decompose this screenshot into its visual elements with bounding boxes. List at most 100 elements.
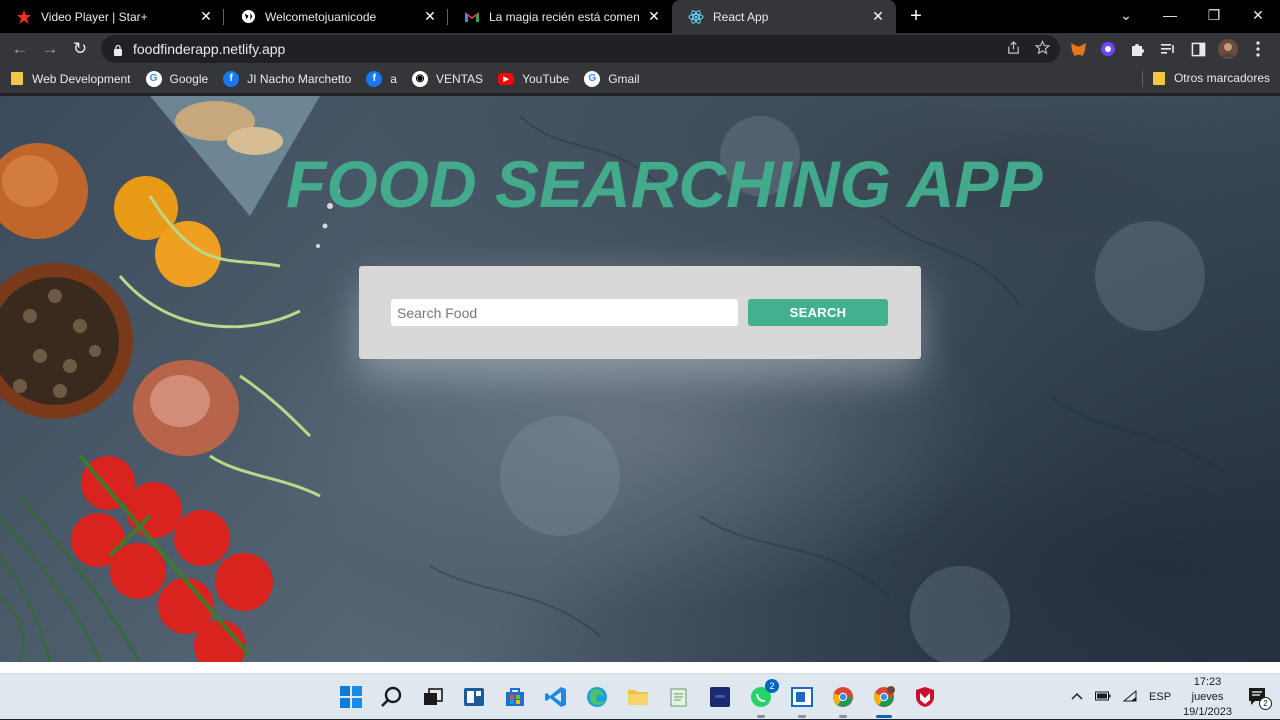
start-button[interactable]	[335, 681, 367, 713]
microsoft-store-button[interactable]	[499, 681, 531, 713]
edge-icon	[587, 687, 607, 707]
minimize-button[interactable]: —	[1148, 0, 1192, 30]
chevron-up-icon[interactable]	[1071, 691, 1083, 703]
vscode-button[interactable]	[540, 681, 572, 713]
react-icon	[688, 9, 704, 25]
language-indicator[interactable]: ESP	[1149, 691, 1171, 703]
share-icon[interactable]	[1006, 40, 1021, 58]
chrome-icon	[874, 686, 895, 707]
mcafee-button[interactable]	[909, 681, 941, 713]
running-indicator	[839, 715, 847, 718]
bookmark-nacho-marchetto[interactable]: f JI Nacho Marchetto	[223, 70, 352, 87]
window-app-button[interactable]	[786, 681, 818, 718]
bookmark-web-development[interactable]: Web Development	[11, 72, 131, 86]
app-icon	[710, 687, 730, 707]
tab-video-player[interactable]: Video Player | Star+ ✕	[0, 0, 224, 33]
star-plus-icon	[16, 9, 32, 25]
window-icon	[791, 687, 813, 707]
bookmark-label: Gmail	[608, 71, 640, 86]
clock-day: jueves	[1191, 690, 1224, 703]
bookmark-gmail[interactable]: G Gmail	[584, 70, 640, 87]
widgets-icon	[464, 688, 484, 706]
bookmark-google[interactable]: G Google	[145, 70, 209, 87]
bookmarks-bar: Web Development G Google f JI Nacho Marc…	[0, 65, 1280, 93]
app-dark-button[interactable]	[704, 681, 736, 713]
extension-purple-icon[interactable]	[1098, 39, 1118, 59]
chrome-profile-button[interactable]	[868, 681, 900, 718]
tab-welcometojuanicode[interactable]: Welcometojuanicode ✕	[224, 0, 448, 33]
media-playlist-icon[interactable]	[1158, 39, 1178, 59]
wifi-icon[interactable]	[1122, 689, 1137, 705]
notification-count: 2	[1259, 697, 1272, 710]
windows-taskbar: 2 ESP 17:23 jueves 19/1/2023 2	[0, 673, 1280, 719]
other-bookmarks-label: Otros marcadores	[1173, 71, 1270, 85]
extensions-puzzle-icon[interactable]	[1128, 39, 1148, 59]
forward-button[interactable]: →	[35, 34, 65, 64]
notepad-button[interactable]	[663, 681, 695, 713]
mcafee-shield-icon	[916, 687, 934, 707]
tab-search-button[interactable]: ⌄	[1104, 0, 1148, 30]
search-icon	[381, 686, 402, 707]
profile-avatar[interactable]	[1218, 39, 1238, 59]
bookmark-label: VENTAS	[435, 71, 484, 86]
globe-icon: ◉	[411, 70, 428, 87]
task-view-icon	[424, 688, 443, 705]
youtube-icon: ▶	[498, 72, 515, 85]
edge-button[interactable]	[581, 681, 613, 713]
tab-gmail[interactable]: La magia recién está comenzando ✕	[448, 0, 672, 33]
menu-kebab-icon[interactable]	[1248, 39, 1268, 59]
tab-react-app[interactable]: React App ✕	[672, 0, 896, 33]
close-tab-icon[interactable]: ✕	[422, 8, 438, 25]
bookmark-youtube[interactable]: ▶ YouTube	[498, 72, 569, 86]
back-button[interactable]: ←	[5, 34, 35, 64]
search-button[interactable]	[376, 681, 408, 713]
store-icon	[506, 688, 524, 706]
notification-center-button[interactable]: 2	[1248, 686, 1272, 710]
file-explorer-button[interactable]	[622, 681, 654, 713]
close-window-button[interactable]: ✕	[1236, 0, 1280, 30]
google-icon: G	[145, 70, 162, 87]
new-tab-button[interactable]: +	[896, 0, 936, 33]
widgets-button[interactable]	[458, 681, 490, 713]
bookmark-label: JI Nacho Marchetto	[247, 71, 352, 86]
close-tab-icon[interactable]: ✕	[646, 8, 662, 25]
search-button[interactable]: SEARCH	[748, 299, 888, 326]
clock-time: 17:23	[1193, 675, 1222, 688]
battery-icon[interactable]	[1095, 691, 1111, 704]
omnibox-actions	[1006, 40, 1051, 58]
reload-button[interactable]: ↻	[65, 34, 95, 64]
running-indicator	[798, 715, 806, 718]
vscode-icon	[545, 687, 566, 707]
page-viewport: FOOD SEARCHING APP SEARCH	[0, 96, 1280, 662]
search-card: SEARCH	[359, 266, 921, 359]
bookmark-star-icon[interactable]	[1034, 40, 1051, 58]
notepad-icon	[670, 688, 687, 707]
restore-button[interactable]: ❐	[1192, 0, 1236, 30]
extension-icons	[1068, 33, 1268, 65]
url-text: foodfinderapp.netlify.app	[133, 41, 286, 57]
bookmark-label: YouTube	[522, 71, 570, 86]
google-icon: G	[584, 70, 601, 87]
address-bar[interactable]: foodfinderapp.netlify.app	[101, 35, 1060, 63]
windows-logo-icon	[340, 686, 362, 708]
window-controls: ⌄ — ❐ ✕	[1104, 0, 1280, 33]
lock-icon	[112, 43, 124, 56]
metamask-icon[interactable]	[1068, 39, 1088, 59]
whatsapp-badge: 2	[765, 679, 779, 693]
chrome-button[interactable]	[827, 681, 859, 718]
whatsapp-button[interactable]: 2	[745, 679, 779, 718]
search-food-input[interactable]	[391, 299, 738, 326]
close-tab-icon[interactable]: ✕	[870, 8, 886, 25]
other-bookmarks[interactable]: Otros marcadores	[1141, 71, 1270, 87]
bookmark-ventas[interactable]: ◉ VENTAS	[411, 70, 484, 87]
facebook-icon: f	[223, 70, 240, 87]
clock[interactable]: 17:23 jueves 19/1/2023	[1183, 675, 1232, 720]
browser-toolbar: ← → ↻ foodfinderapp.netlify.app	[0, 33, 1280, 65]
close-tab-icon[interactable]: ✕	[198, 8, 214, 25]
task-view-button[interactable]	[417, 681, 449, 713]
bookmark-a[interactable]: f a	[366, 70, 397, 87]
tab-title: Video Player | Star+	[41, 9, 148, 24]
running-indicator	[757, 715, 765, 718]
side-panel-icon[interactable]	[1188, 39, 1208, 59]
bookmark-label: Google	[169, 71, 209, 86]
